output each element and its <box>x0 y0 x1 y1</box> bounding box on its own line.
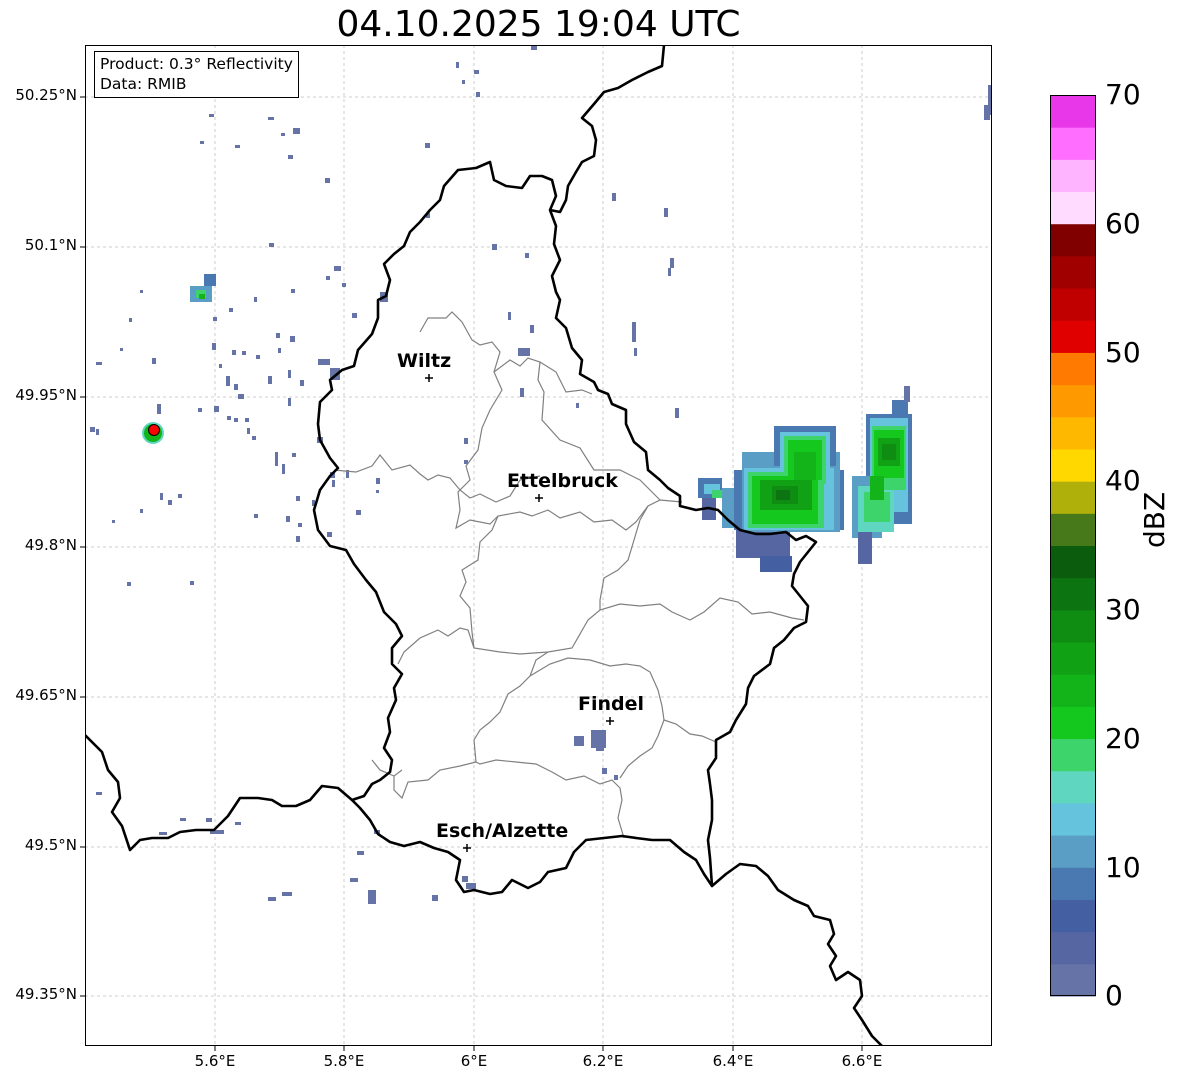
colorbar-segment <box>1050 577 1096 611</box>
colorbar-segment <box>1050 867 1096 900</box>
colorbar-tick-label: 40 <box>1105 464 1141 497</box>
colorbar-segment <box>1050 802 1096 836</box>
colorbar-tick-label: 60 <box>1105 207 1141 240</box>
colorbar-segment <box>1050 320 1096 353</box>
y-tick-label: 50.25°N <box>15 86 77 104</box>
colorbar-segment <box>1050 127 1096 160</box>
y-tick-label: 49.95°N <box>15 386 77 404</box>
colorbar-segment <box>1050 899 1096 933</box>
colorbar-tick-label: 70 <box>1105 78 1141 111</box>
y-tick-label: 49.8°N <box>24 536 77 554</box>
colorbar-segment <box>1050 384 1096 418</box>
graticule <box>85 45 992 1046</box>
city-label-esch-alzette: Esch/Alzette <box>436 820 569 842</box>
storm-cell-far-east <box>852 386 912 564</box>
colorbar-segment <box>1050 931 1096 965</box>
storm-cell-east <box>698 426 844 572</box>
x-tick-label: 5.8°E <box>323 1052 365 1070</box>
colorbar-segment <box>1050 545 1096 579</box>
y-tick-label: 49.65°N <box>15 686 77 704</box>
colorbar-segment <box>1050 481 1096 514</box>
colorbar-segment <box>1050 642 1096 675</box>
product-label: Product: 0.3° Reflectivity <box>100 55 293 73</box>
radar-site-marker <box>148 424 160 436</box>
x-tick-label: 5.6°E <box>194 1052 236 1070</box>
colorbar-segment <box>1050 223 1096 257</box>
x-tick-label: 6.6°E <box>841 1052 883 1070</box>
colorbar-segment <box>1050 738 1096 772</box>
x-tick-label: 6.2°E <box>582 1052 624 1070</box>
city-label-ettelbruck: Ettelbruck <box>507 470 618 492</box>
colorbar-segment <box>1050 513 1096 546</box>
colorbar-segment <box>1050 448 1096 482</box>
y-tick-label: 49.35°N <box>15 985 77 1003</box>
colorbar-segment <box>1050 416 1096 450</box>
colorbar-segment <box>1050 835 1096 868</box>
colorbar-segment <box>1050 963 1096 997</box>
colorbar-segment <box>1050 255 1096 289</box>
colorbar-segment <box>1050 95 1096 128</box>
colorbar-segment <box>1050 159 1096 193</box>
product-info-box: Product: 0.3° Reflectivity Data: RMIB <box>94 51 299 98</box>
colorbar-tick-label: 20 <box>1105 722 1141 755</box>
colorbar-tick-label: 0 <box>1105 979 1123 1012</box>
y-tick-label: 50.1°N <box>24 236 77 254</box>
colorbar-segment <box>1050 288 1096 321</box>
city-label-wiltz: Wiltz <box>397 350 452 372</box>
city-label-findel: Findel <box>578 693 645 715</box>
colorbar-segment <box>1050 352 1096 386</box>
axis-ticks <box>80 96 863 1051</box>
colorbar-segment <box>1050 770 1096 804</box>
data-source-label: Data: RMIB <box>100 75 187 93</box>
map-frame <box>85 45 992 1046</box>
canton-borders <box>333 311 805 839</box>
colorbar-tick-label: 10 <box>1105 851 1141 884</box>
colorbar <box>1050 95 1096 997</box>
colorbar-segment <box>1050 609 1096 643</box>
echo-cell-northwest <box>190 274 216 302</box>
colorbar-tick-label: 30 <box>1105 593 1141 626</box>
y-tick-label: 49.5°N <box>24 836 77 854</box>
radar-map <box>80 45 992 1051</box>
colorbar-segment <box>1050 191 1096 225</box>
x-tick-label: 6°E <box>460 1052 488 1070</box>
x-tick-label: 6.4°E <box>712 1052 754 1070</box>
colorbar-segment <box>1050 674 1096 707</box>
city-markers <box>425 374 614 852</box>
colorbar-segment <box>1050 706 1096 740</box>
colorbar-tick-label: 50 <box>1105 336 1141 369</box>
colorbar-unit-label: dBZ <box>1138 491 1171 548</box>
